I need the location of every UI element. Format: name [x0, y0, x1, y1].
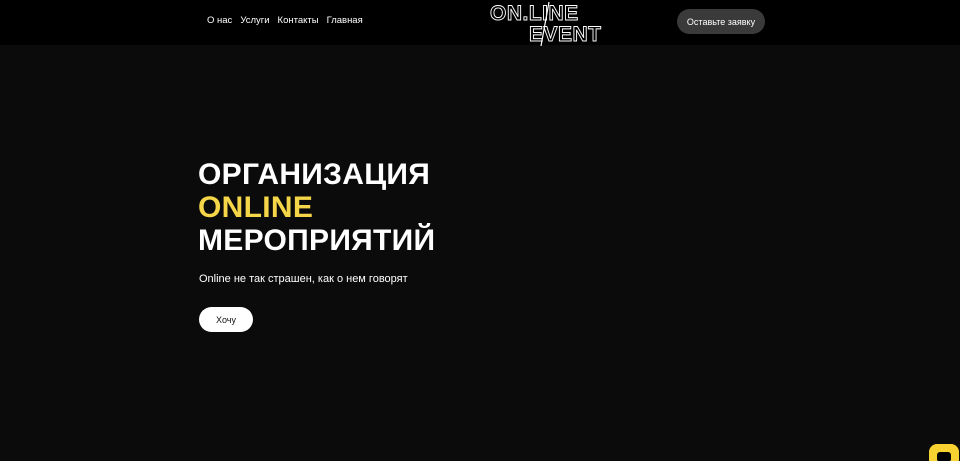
nav-item-contacts[interactable]: Контакты — [278, 14, 319, 27]
nav-item-services[interactable]: Услуги — [240, 14, 269, 27]
hero-title-line-1: ОРГАНИЗАЦИЯ — [198, 158, 431, 191]
chat-icon — [937, 452, 951, 461]
chat-widget-button[interactable] — [929, 444, 959, 461]
want-button[interactable]: Хочу — [199, 307, 253, 332]
nav-item-home[interactable]: Главная — [327, 14, 363, 27]
request-button[interactable]: Оставьте заявку — [677, 9, 765, 34]
hero-title: ОРГАНИЗАЦИЯ ONLINE МЕРОПРИЯТИЙ — [198, 158, 435, 257]
hero-title-line-3: МЕРОПРИЯТИЙ — [198, 224, 436, 257]
logo-line2: EVENT — [529, 23, 602, 46]
hero-title-accent: ONLINE — [198, 191, 314, 224]
main-nav: О нас Услуги Контакты Главная — [207, 14, 363, 27]
site-logo[interactable]: ON.LINE EVENT — [489, 0, 619, 46]
page: О нас Услуги Контакты Главная ON.LINE EV… — [0, 0, 960, 461]
nav-item-about[interactable]: О нас — [207, 14, 232, 27]
header: О нас Услуги Контакты Главная ON.LINE EV… — [0, 0, 960, 46]
logo-line1: ON.LINE — [490, 2, 579, 25]
hero-subtitle: Online не так страшен, как о нем говорят — [199, 273, 408, 285]
